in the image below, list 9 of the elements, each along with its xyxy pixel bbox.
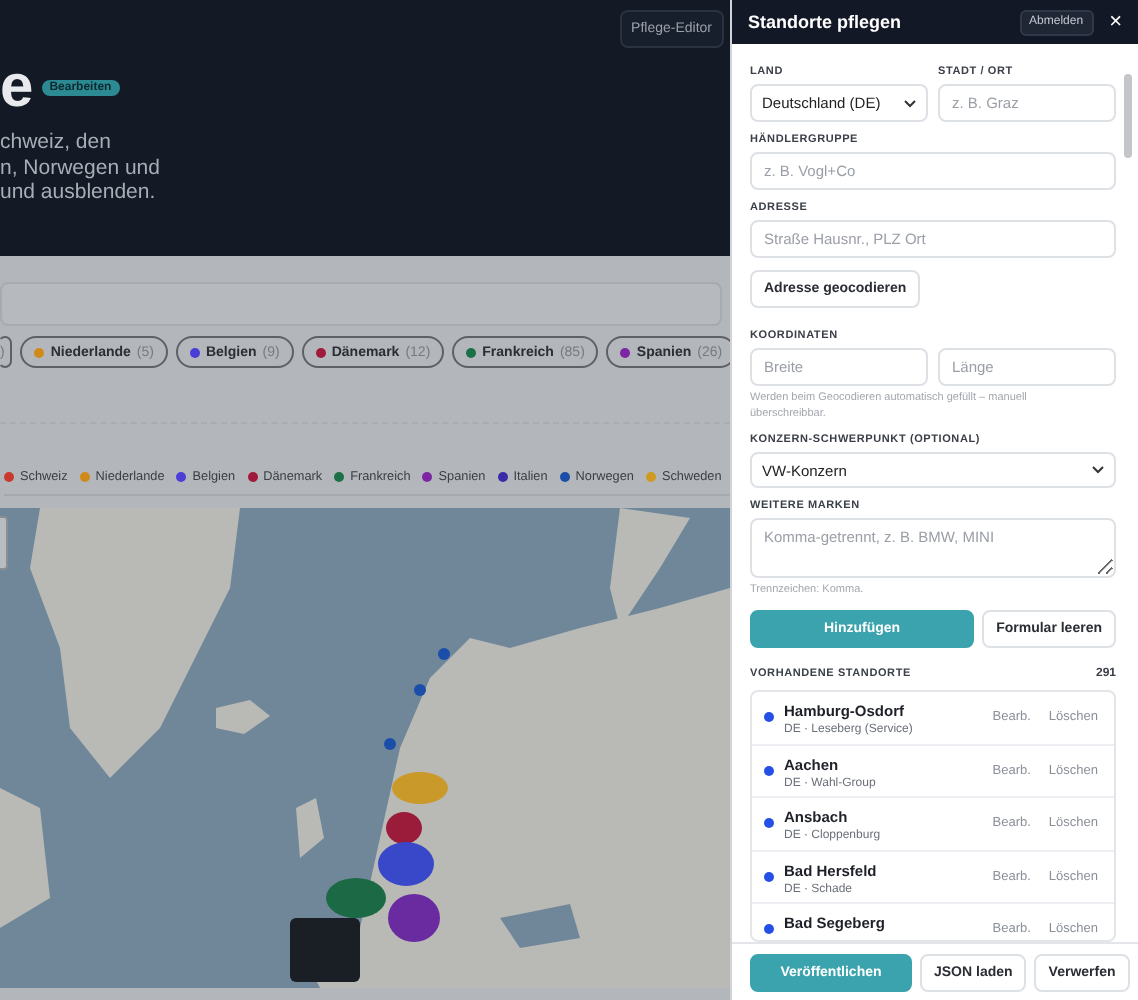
scrollbar-thumb[interactable] — [1124, 74, 1132, 158]
drawer-title: Standorte pflegen — [748, 12, 904, 32]
description-text: und ausblenden. — [0, 180, 158, 205]
close-button[interactable]: × — [1105, 10, 1126, 34]
page-title: e — [0, 58, 34, 118]
description-text: chweiz, den — [0, 130, 113, 155]
description-text: n, Norwegen und — [0, 155, 160, 180]
caret-icon — [904, 99, 916, 107]
caret-icon — [1092, 466, 1104, 475]
